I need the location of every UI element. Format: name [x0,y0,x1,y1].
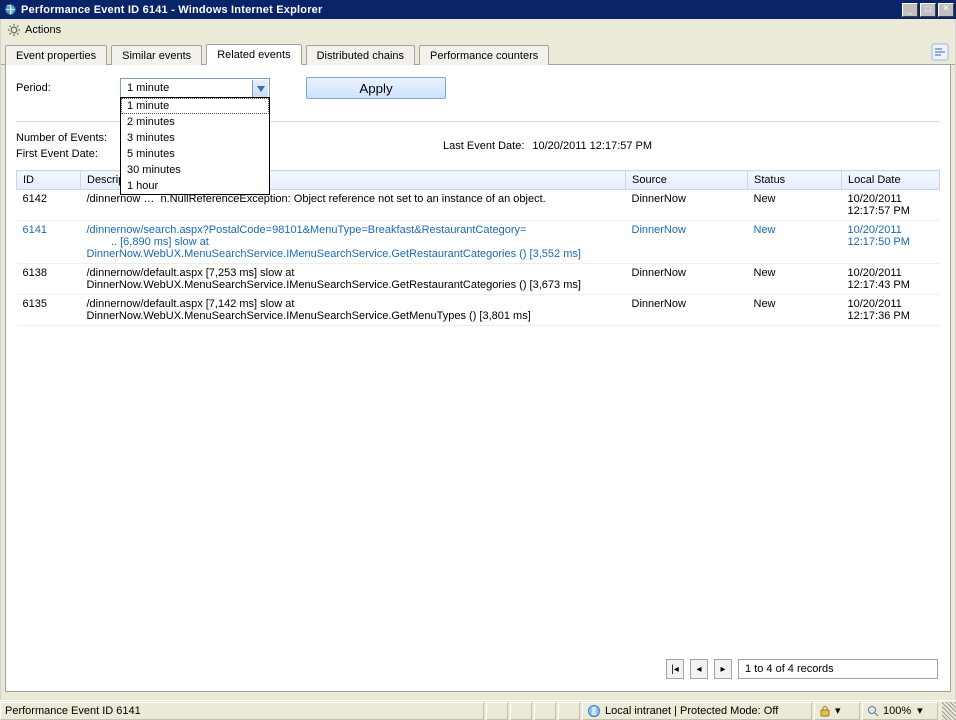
zone-text: Local intranet | Protected Mode: Off [605,705,778,717]
col-source[interactable]: Source [626,171,748,190]
col-id[interactable]: ID [17,171,81,190]
help-icon[interactable] [931,43,949,61]
cell-source: DinnerNow [626,264,748,295]
cell-id: 6135 [17,295,81,326]
num-events-label: Number of Events: [16,132,107,144]
ie-icon [4,3,17,16]
period-option[interactable]: 3 minutes [121,130,269,146]
status-page-name: Performance Event ID 6141 [5,705,141,717]
tab-distributed-chains[interactable]: Distributed chains [306,45,415,65]
tab-performance-counters[interactable]: Performance counters [419,45,549,65]
cell-status: New [748,295,842,326]
main-area: Actions Event properties Similar events … [0,19,956,700]
maximize-button[interactable]: □ [920,3,936,17]
minimize-button[interactable]: _ [902,3,918,17]
pager-first[interactable]: |◂ [666,659,684,679]
cell-status: New [748,190,842,221]
zone-icon [587,704,601,718]
tabstrip: Event properties Similar events Related … [1,41,955,65]
cell-status: New [748,264,842,295]
col-status[interactable]: Status [748,171,842,190]
table-row[interactable]: 6135/dinnernow/default.aspx [7,142 ms] s… [17,295,940,326]
window-title: Performance Event ID 6141 - Windows Inte… [21,4,322,16]
cell-desc: /dinnernow/default.aspx [7,253 ms] slow … [81,264,626,295]
status-bar: Performance Event ID 6141 Local intranet… [0,700,956,720]
last-event-label: Last Event Date: [443,140,524,152]
cell-source: DinnerNow [626,190,748,221]
cell-source: DinnerNow [626,221,748,264]
period-option[interactable]: 5 minutes [121,146,269,162]
cell-date: 10/20/201112:17:57 PM [842,190,940,221]
apply-button[interactable]: Apply [306,77,446,99]
tab-similar-events[interactable]: Similar events [111,45,202,65]
cell-status: New [748,221,842,264]
tab-event-properties[interactable]: Event properties [5,45,107,65]
table-row[interactable]: 6138/dinnernow/default.aspx [7,253 ms] s… [17,264,940,295]
cell-date: 10/20/201112:17:50 PM [842,221,940,264]
period-option[interactable]: 1 hour [121,178,269,194]
period-combo-value: 1 minute [127,82,169,94]
cell-id: 6141 [17,221,81,264]
close-button[interactable]: ✕ [938,3,954,17]
pager: |◂ ◂ ▸ 1 to 4 of 4 records [666,659,938,679]
cell-date: 10/20/201112:17:36 PM [842,295,940,326]
pager-next[interactable]: ▸ [714,659,732,679]
zoom-cell[interactable]: 100% ▾ [862,702,938,720]
cell-date: 10/20/201112:17:43 PM [842,264,940,295]
table-row[interactable]: 6141/dinnernow/search.aspx?PostalCode=98… [17,221,940,264]
cell-id: 6142 [17,190,81,221]
content-pane: Period: 1 minute 1 minute 2 minutes 3 mi… [5,65,951,692]
cell-desc: /dinnernow/default.aspx [7,142 ms] slow … [81,295,626,326]
cell-id: 6138 [17,264,81,295]
zoom-value: 100% [883,705,911,717]
gear-icon [7,23,21,37]
period-label: Period: [16,82,108,94]
pager-status: 1 to 4 of 4 records [738,659,938,679]
lock-icon [819,705,831,717]
actions-link[interactable]: Actions [25,24,61,36]
zoom-icon [867,705,879,717]
col-local-date[interactable]: Local Date [842,171,940,190]
cell-source: DinnerNow [626,295,748,326]
actions-toolbar: Actions [1,19,955,41]
period-option[interactable]: 2 minutes [121,114,269,130]
first-event-label: First Event Date: [16,148,98,160]
period-dropdown[interactable]: 1 minute 2 minutes 3 minutes 5 minutes 3… [120,97,270,195]
last-event-value: 10/20/2011 12:17:57 PM [532,140,652,152]
pager-prev[interactable]: ◂ [690,659,708,679]
status-security-cell[interactable]: ▾ [814,702,860,720]
period-combo[interactable]: 1 minute [120,78,270,98]
window-titlebar: Performance Event ID 6141 - Windows Inte… [0,0,956,19]
resize-grip[interactable] [942,702,956,720]
chevron-down-icon [252,80,268,98]
period-option[interactable]: 30 minutes [121,162,269,178]
cell-desc: /dinnernow/search.aspx?PostalCode=98101&… [81,221,626,264]
tab-related-events[interactable]: Related events [206,44,301,65]
period-option[interactable]: 1 minute [121,98,269,114]
